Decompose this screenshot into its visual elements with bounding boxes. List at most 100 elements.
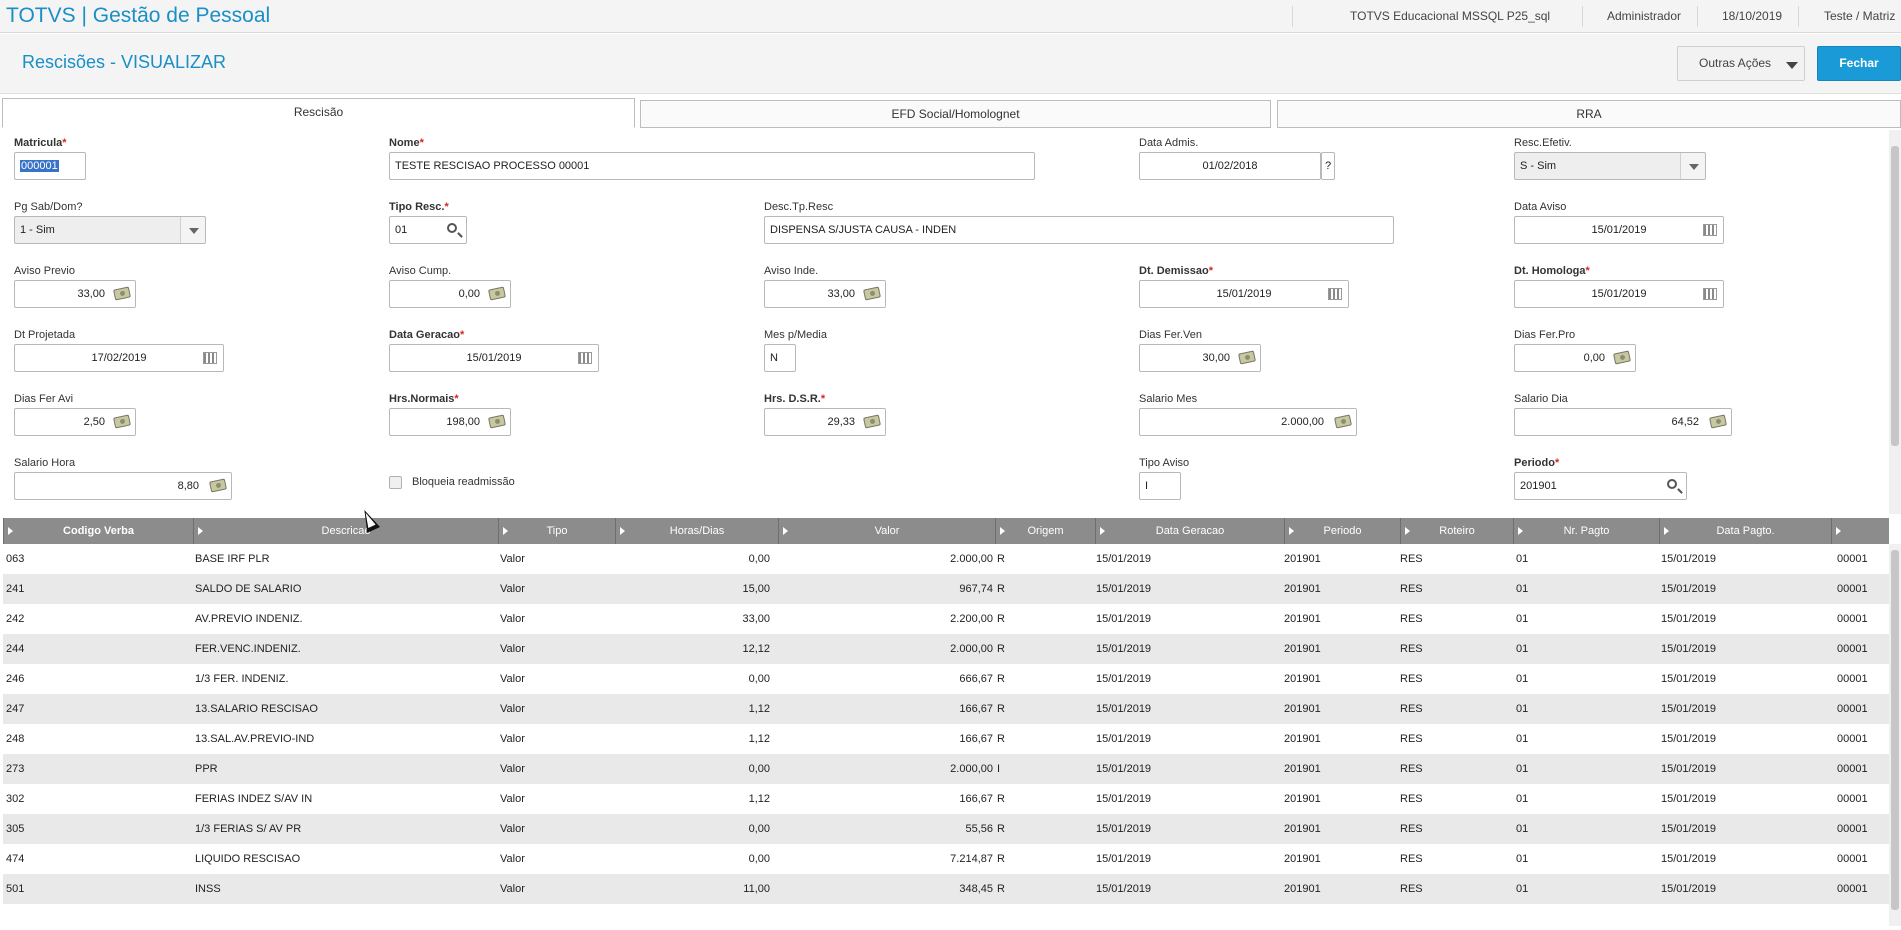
- search-button[interactable]: [441, 217, 466, 243]
- table-cell: Valor: [500, 823, 525, 835]
- table-row[interactable]: 474 LIQUIDO RESCISAO Valor 0,00 7.214,87 R 15/…: [3, 844, 1889, 874]
- table-cell: 201901: [1284, 553, 1321, 565]
- table-cell: 246: [6, 673, 25, 685]
- table-cell: I: [997, 763, 1001, 775]
- grid-scrollbar[interactable]: [1889, 544, 1901, 926]
- tipo-resc-label: Tipo Resc.*: [389, 201, 449, 213]
- nome-field[interactable]: TESTE RESCISAO PROCESSO 00001: [389, 152, 1035, 180]
- calendar-button[interactable]: [1323, 281, 1348, 307]
- grid-column-header[interactable]: Roteiro: [1400, 518, 1513, 544]
- scrollbar-thumb[interactable]: [1891, 550, 1899, 910]
- form-scrollbar[interactable]: [1889, 130, 1901, 514]
- calculator-button[interactable]: [860, 409, 885, 435]
- aviso-cump-field[interactable]: 0,00: [389, 280, 511, 308]
- matricula-field[interactable]: 000001: [14, 152, 86, 180]
- calendar-button[interactable]: [1698, 281, 1723, 307]
- table-cell: 15/01/2019: [1661, 883, 1717, 895]
- aviso-inde-field[interactable]: 33,00: [764, 280, 886, 308]
- desc-tp-resc-field[interactable]: DISPENSA S/JUSTA CAUSA - INDEN: [764, 216, 1394, 244]
- sort-arrow-icon: [8, 527, 13, 535]
- branch-label[interactable]: Teste / Matriz: [1824, 9, 1895, 23]
- dias-fer-pro-label: Dias Fer.Pro: [1514, 329, 1576, 341]
- environment-label: TOTVS Educacional MSSQL P25_sql: [1350, 9, 1551, 23]
- table-cell: RES: [1400, 673, 1423, 685]
- table-cell: RES: [1400, 763, 1423, 775]
- dt-homologa-field[interactable]: 15/01/2019: [1514, 280, 1724, 308]
- calculator-button[interactable]: [1235, 345, 1260, 371]
- calculator-button[interactable]: [485, 281, 510, 307]
- calendar-button[interactable]: [1698, 217, 1723, 243]
- grid-column-header[interactable]: Data Pagto.: [1659, 518, 1831, 544]
- grid-column-header[interactable]: [1831, 518, 1889, 544]
- mes-p-media-field[interactable]: N: [764, 344, 796, 372]
- dias-fer-ven-field[interactable]: 30,00: [1139, 344, 1261, 372]
- calculator-button[interactable]: [1706, 409, 1731, 435]
- calendar-button[interactable]: [198, 345, 223, 371]
- table-row[interactable]: 248 13.SAL.AV.PREVIO-IND Valor 1,12 166,67 R 1…: [3, 724, 1889, 754]
- hrs-normais-field[interactable]: 198,00: [389, 408, 511, 436]
- data-geracao-field[interactable]: 15/01/2019: [389, 344, 599, 372]
- dt-projetada-field[interactable]: 17/02/2019: [14, 344, 224, 372]
- table-row[interactable]: 241 SALDO DE SALARIO Valor 15,00 967,74 R 15/0…: [3, 574, 1889, 604]
- grid-column-header[interactable]: Horas/Dias: [615, 518, 778, 544]
- calculator-button[interactable]: [110, 281, 135, 307]
- bloqueia-readmissao-checkbox[interactable]: [389, 476, 402, 489]
- outras-acoes-button[interactable]: Outras Ações: [1677, 46, 1805, 81]
- calculator-button[interactable]: [110, 409, 135, 435]
- fechar-button[interactable]: Fechar: [1817, 46, 1901, 81]
- grid-column-header[interactable]: Nr. Pagto: [1513, 518, 1659, 544]
- tipo-aviso-field[interactable]: I: [1139, 472, 1181, 500]
- dropdown-button[interactable]: [180, 217, 205, 243]
- dt-demissao-field[interactable]: 15/01/2019: [1139, 280, 1349, 308]
- table-row[interactable]: 273 PPR Valor 0,00 2.000,00 I 15/01/2019 201901…: [3, 754, 1889, 784]
- grid-column-header[interactable]: Tipo: [498, 518, 615, 544]
- tab-efd-social[interactable]: EFD Social/Homolognet: [640, 100, 1271, 128]
- search-button[interactable]: [1661, 473, 1686, 499]
- divider: [1582, 6, 1583, 27]
- salario-hora-field[interactable]: 8,80: [14, 472, 232, 500]
- calculator-button[interactable]: [1610, 345, 1635, 371]
- grid-column-header[interactable]: Periodo: [1284, 518, 1400, 544]
- calculator-button[interactable]: [206, 473, 231, 499]
- table-row[interactable]: 501 INSS Valor 11,00 348,45 R 15/01/2019 201901…: [3, 874, 1889, 904]
- aviso-previo-field[interactable]: 33,00: [14, 280, 136, 308]
- dias-fer-pro-field[interactable]: 0,00: [1514, 344, 1636, 372]
- calendar-button[interactable]: [573, 345, 598, 371]
- periodo-field[interactable]: 201901: [1514, 472, 1687, 500]
- sort-arrow-icon: [1836, 527, 1841, 535]
- table-cell: 01: [1516, 553, 1529, 565]
- tab-rra[interactable]: RRA: [1277, 100, 1901, 128]
- user-label[interactable]: Administrador: [1607, 9, 1681, 23]
- table-row[interactable]: 063 BASE IRF PLR Valor 0,00 2.000,00 R 15/01/2…: [3, 544, 1889, 574]
- data-aviso-field[interactable]: 15/01/2019: [1514, 216, 1724, 244]
- grid-column-header[interactable]: Descricao: [193, 518, 498, 544]
- calculator-button[interactable]: [860, 281, 885, 307]
- table-cell: Valor: [500, 553, 525, 565]
- table-row[interactable]: 242 AV.PREVIO INDENIZ. Valor 33,00 2.200,00 R…: [3, 604, 1889, 634]
- table-row[interactable]: 305 1/3 FERIAS S/ AV PR Valor 0,00 55,56 R 15/…: [3, 814, 1889, 844]
- scrollbar-thumb[interactable]: [1891, 146, 1899, 446]
- pg-sab-dom-select[interactable]: 1 - Sim: [14, 216, 206, 244]
- grid-column-header[interactable]: Codigo Verba: [3, 518, 193, 544]
- table-cell: 1/3 FERIAS S/ AV PR: [195, 823, 302, 835]
- dias-fer-avi-field[interactable]: 2,50: [14, 408, 136, 436]
- table-row[interactable]: 246 1/3 FER. INDENIZ. Valor 0,00 666,67 R 15/0…: [3, 664, 1889, 694]
- hrs-dsr-field[interactable]: 29,33: [764, 408, 886, 436]
- salario-mes-field[interactable]: 2.000,00: [1139, 408, 1357, 436]
- table-row[interactable]: 302 FERIAS INDEZ S/AV IN Valor 1,12 166,67 R 1…: [3, 784, 1889, 814]
- grid-column-header[interactable]: Data Geracao: [1095, 518, 1284, 544]
- table-row[interactable]: 247 13.SALARIO RESCISAO Valor 1,12 166,67 R 15…: [3, 694, 1889, 724]
- calculator-button[interactable]: [1331, 409, 1356, 435]
- grid-column-header[interactable]: Valor: [778, 518, 995, 544]
- grid-column-header[interactable]: Origem: [995, 518, 1095, 544]
- help-button[interactable]: ?: [1321, 152, 1335, 180]
- tab-rescisao[interactable]: Rescisão: [2, 98, 635, 128]
- resc-efetiv-select[interactable]: S - Sim: [1514, 152, 1706, 180]
- data-admis-field[interactable]: 01/02/2018: [1139, 152, 1321, 180]
- dropdown-button[interactable]: [1680, 153, 1705, 179]
- tipo-resc-field[interactable]: 01: [389, 216, 467, 244]
- calculator-button[interactable]: [485, 409, 510, 435]
- table-row[interactable]: 244 FER.VENC.INDENIZ. Valor 12,12 2.000,00 R 1…: [3, 634, 1889, 664]
- salario-dia-field[interactable]: 64,52: [1514, 408, 1732, 436]
- table-cell: 13.SAL.AV.PREVIO-IND: [195, 733, 315, 745]
